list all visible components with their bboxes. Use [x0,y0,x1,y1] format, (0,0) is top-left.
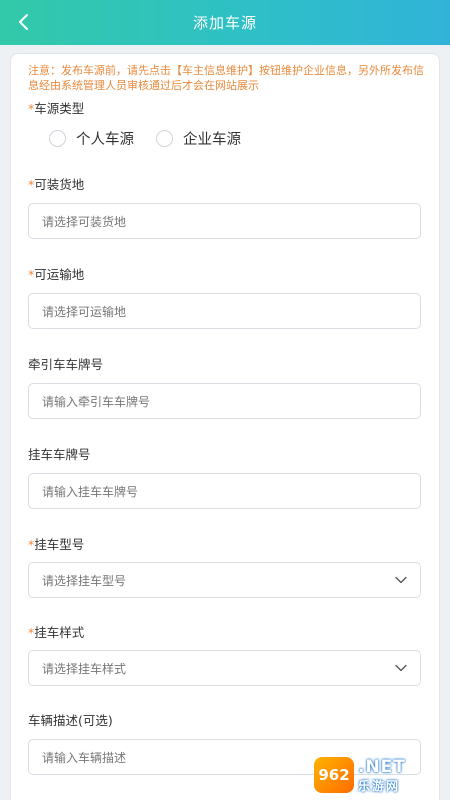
watermark-net: .NET [358,756,406,777]
tractor-plate-label: 牵引车车牌号 [28,354,103,373]
trailer-plate-label-text: 挂车车牌号 [28,447,91,462]
transport-place-label: *可运输地 [28,264,84,283]
radio-personal-source[interactable]: 个人车源 [49,128,134,149]
vehicle-description-label: 车辆描述(可选) [28,710,113,729]
loading-place-select[interactable]: 请选择可装货地 [28,203,421,239]
trailer-plate-input[interactable]: 请输入挂车车牌号 [28,473,421,509]
chevron-left-icon [19,14,28,30]
transport-place-select[interactable]: 请选择可运输地 [28,293,421,329]
watermark-text: .NET 乐游网 [358,757,406,794]
vehicle-source-type-label: *车源类型 [28,98,84,117]
trailer-style-placeholder: 请选择挂车样式 [42,661,127,676]
page-title: 添加车源 [192,14,257,32]
radio-personal-label: 个人车源 [76,132,134,148]
vehicle-description-label-text: 车辆描述(可选) [28,713,113,728]
loading-place-placeholder: 请选择可装货地 [42,214,127,229]
chevron-down-icon [394,661,408,675]
vehicle-source-type-label-text: 车源类型 [34,101,85,116]
trailer-model-label-text: 挂车型号 [34,537,85,552]
trailer-style-label: *挂车样式 [28,622,84,641]
trailer-style-label-text: 挂车样式 [34,625,85,640]
loading-place-label-text: 可装货地 [34,177,85,192]
trailer-model-placeholder: 请选择挂车型号 [42,573,127,588]
vehicle-source-type-options: 个人车源 企业车源 [49,128,263,149]
form-card: 注意：发布车源前，请先点击【车主信息维护】按钮维护企业信息，另外所发布信息经由系… [10,53,440,800]
trailer-style-select[interactable]: 请选择挂车样式 [28,650,421,686]
trailer-plate-placeholder: 请输入挂车车牌号 [42,484,139,499]
transport-place-placeholder: 请选择可运输地 [42,304,127,319]
radio-enterprise-source[interactable]: 企业车源 [156,128,241,149]
radio-enterprise-label: 企业车源 [183,132,241,148]
chevron-down-icon [394,573,408,587]
header-bar: 添加车源 [0,0,450,45]
trailer-model-label: *挂车型号 [28,534,84,553]
trailer-model-select[interactable]: 请选择挂车型号 [28,562,421,598]
site-watermark: 962 .NET 乐游网 [314,754,444,796]
tractor-plate-input[interactable]: 请输入牵引车车牌号 [28,383,421,419]
tractor-plate-label-text: 牵引车车牌号 [28,357,104,372]
radio-circle-icon [49,130,66,147]
loading-place-label: *可装货地 [28,174,84,193]
notice-text: 注意：发布车源前，请先点击【车主信息维护】按钮维护企业信息，另外所发布信息经由系… [28,64,424,92]
watermark-logo: 962 [314,757,354,793]
back-button[interactable] [10,8,38,36]
radio-circle-icon [156,130,173,147]
trailer-plate-label: 挂车车牌号 [28,444,91,463]
tractor-plate-placeholder: 请输入牵引车车牌号 [42,394,151,409]
transport-place-label-text: 可运输地 [34,267,85,282]
watermark-site: 乐游网 [358,778,401,793]
